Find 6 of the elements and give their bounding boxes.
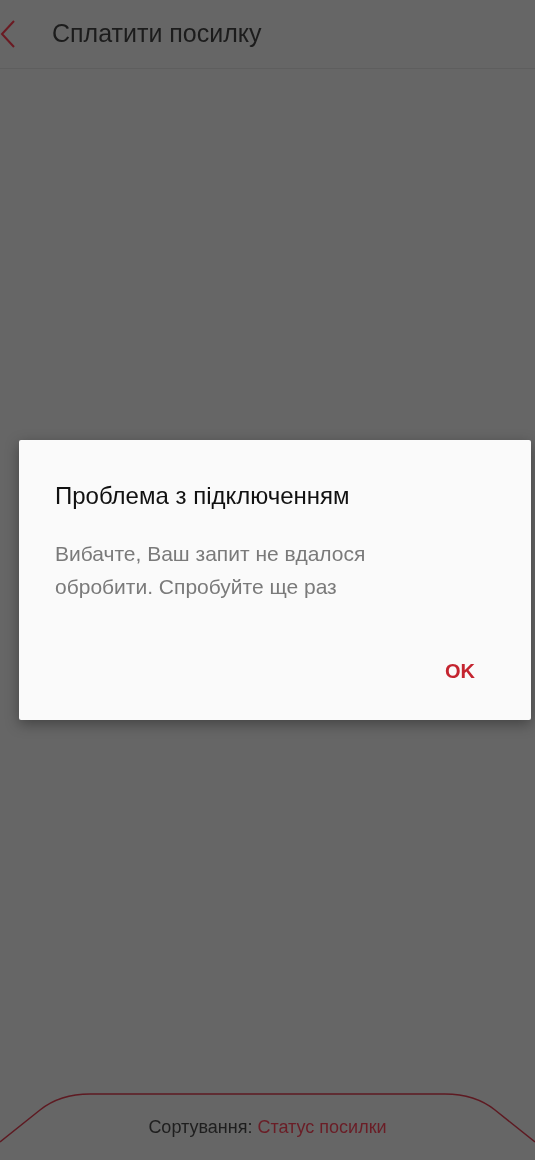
page-title: Сплатити посилку (52, 18, 262, 50)
dialog-title: Проблема з підключенням (55, 482, 351, 511)
back-icon[interactable] (0, 19, 16, 49)
sort-selector[interactable]: Сортування: Статус посилки (148, 1113, 387, 1141)
ok-button[interactable]: OK (437, 652, 483, 690)
dialog-message: Вибачте, Ваш запит не вдалося обробити. Спробуйте ще раз (55, 540, 367, 600)
